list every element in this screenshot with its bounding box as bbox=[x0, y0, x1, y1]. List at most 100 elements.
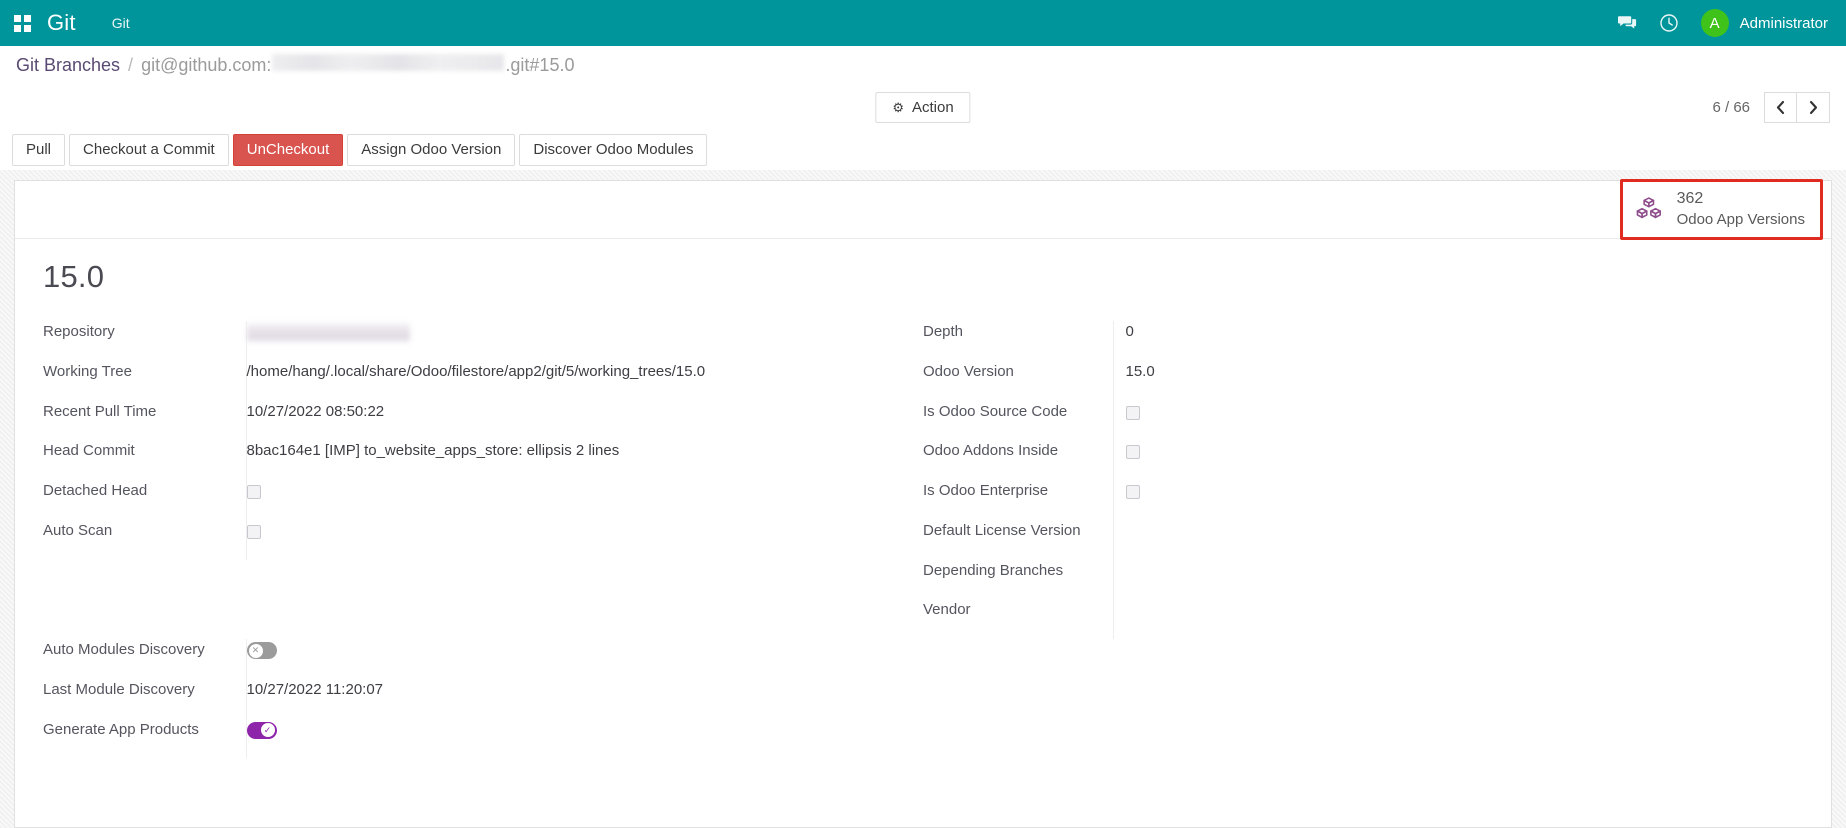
assign-odoo-version-button[interactable]: Assign Odoo Version bbox=[347, 133, 516, 167]
avatar: A bbox=[1700, 9, 1729, 37]
username-label: Administrator bbox=[1739, 14, 1828, 32]
field-value-last-module-discovery[interactable]: 10/27/2022 11:20:07 bbox=[245, 678, 923, 719]
nav-menu-git[interactable]: Git bbox=[106, 11, 136, 35]
navbar-right: A Administrator bbox=[1617, 9, 1828, 37]
pager-next-button[interactable] bbox=[1797, 91, 1830, 123]
generate-app-products-toggle[interactable]: ✓ bbox=[246, 721, 277, 739]
field-label-vendor: Vendor bbox=[923, 601, 971, 619]
gear-icon: ⚙ bbox=[892, 99, 904, 115]
auto-modules-discovery-toggle[interactable]: ✕ bbox=[246, 642, 277, 660]
field-value-depth[interactable]: 0 bbox=[1112, 321, 1803, 361]
empty-value bbox=[1126, 599, 1804, 619]
apps-grid-square bbox=[14, 24, 21, 32]
field-value-working-tree[interactable]: /home/hang/.local/share/Odoo/filestore/a… bbox=[245, 360, 923, 401]
form-bottom-section: Auto Modules Discovery ✕ Last Module Dis… bbox=[43, 639, 1803, 759]
stat-button-bar: 362 Odoo App Versions bbox=[15, 179, 1831, 240]
field-value-detached-head bbox=[245, 480, 923, 520]
field-value-odoo-addons-inside bbox=[1112, 440, 1803, 480]
field-label-detached-head: Detached Head bbox=[43, 482, 148, 499]
uncheckout-button[interactable]: UnCheckout bbox=[232, 133, 344, 167]
is-odoo-source-code-checkbox[interactable] bbox=[1125, 405, 1140, 420]
field-value-odoo-version[interactable]: 15.0 bbox=[1112, 360, 1803, 401]
field-label-is-odoo-enterprise: Is Odoo Enterprise bbox=[923, 482, 1049, 499]
field-row-last-module-discovery: Last Module Discovery 10/27/2022 11:20:0… bbox=[43, 678, 923, 719]
field-label-working-tree: Working Tree bbox=[43, 362, 132, 380]
empty-value bbox=[1126, 560, 1804, 580]
form-column-right: Depth 0 Odoo Version 15.0 Is Odoo Source… bbox=[923, 321, 1803, 639]
field-row-depth: Depth 0 bbox=[923, 321, 1803, 361]
field-row-repository: Repository bbox=[43, 321, 923, 361]
field-label-odoo-version: Odoo Version bbox=[923, 362, 1014, 380]
field-row-auto-scan: Auto Scan bbox=[43, 519, 923, 560]
toggle-knob-off-icon: ✕ bbox=[248, 643, 263, 658]
field-value-generate-app-products: ✓ bbox=[245, 718, 923, 759]
right-field-table: Depth 0 Odoo Version 15.0 Is Odoo Source… bbox=[923, 321, 1803, 639]
pager-previous-button[interactable] bbox=[1764, 91, 1797, 123]
apps-grid-square bbox=[24, 14, 31, 22]
pager: 6 / 66 bbox=[1712, 91, 1830, 123]
breadcrumb-suffix: .git#15.0 bbox=[505, 55, 575, 75]
is-odoo-enterprise-checkbox[interactable] bbox=[1125, 485, 1140, 500]
field-label-depth: Depth bbox=[923, 323, 964, 340]
breadcrumb-prefix: git@github.com: bbox=[141, 55, 272, 75]
stat-button-value: 362 bbox=[1676, 190, 1704, 208]
user-menu[interactable]: A Administrator bbox=[1700, 9, 1828, 37]
field-value-head-commit[interactable]: 8bac164e1 [IMP] to_website_apps_store: e… bbox=[245, 440, 923, 480]
field-row-default-license-version: Default License Version bbox=[923, 519, 1803, 560]
breadcrumb-current: git@github.com: .git#15.0 bbox=[141, 54, 574, 76]
auto-scan-checkbox[interactable] bbox=[246, 524, 261, 539]
field-label-odoo-addons-inside: Odoo Addons Inside bbox=[923, 442, 1059, 460]
odoo-addons-inside-checkbox[interactable] bbox=[1125, 445, 1140, 460]
field-value-auto-modules-discovery: ✕ bbox=[245, 639, 923, 679]
field-row-vendor: Vendor bbox=[923, 599, 1803, 639]
field-label-last-module-discovery: Last Module Discovery bbox=[43, 680, 195, 698]
field-value-default-license-version[interactable] bbox=[1112, 519, 1803, 560]
field-value-recent-pull-time[interactable]: 10/27/2022 08:50:22 bbox=[245, 400, 923, 441]
form-bottom-column: Auto Modules Discovery ✕ Last Module Dis… bbox=[43, 639, 923, 759]
form-bottom-column-right bbox=[923, 639, 1803, 758]
form-body: 15.0 Repository Working Tree /home/hang/… bbox=[15, 239, 1831, 759]
form-statusbar-buttons: Pull Checkout a Commit UnCheckout Assign… bbox=[0, 130, 1846, 170]
left-field-table: Repository Working Tree /home/hang/.loca… bbox=[43, 321, 923, 560]
page-title: 15.0 bbox=[43, 259, 105, 294]
form-background: 362 Odoo App Versions 15.0 Repository Wo… bbox=[0, 170, 1846, 828]
field-label-generate-app-products: Generate App Products bbox=[43, 720, 199, 738]
bottom-field-table: Auto Modules Discovery ✕ Last Module Dis… bbox=[43, 639, 923, 759]
discover-odoo-modules-button[interactable]: Discover Odoo Modules bbox=[519, 133, 708, 167]
apps-grid-icon[interactable] bbox=[14, 14, 31, 32]
breadcrumb: Git Branches / git@github.com: .git#15.0 bbox=[0, 46, 1846, 84]
action-button[interactable]: ⚙ Action bbox=[875, 91, 971, 123]
pager-count: 6 / 66 bbox=[1712, 98, 1750, 116]
field-label-auto-scan: Auto Scan bbox=[43, 521, 113, 539]
app-brand[interactable]: Git bbox=[47, 10, 76, 36]
redacted-repository-value bbox=[246, 322, 410, 342]
form-sheet: 362 Odoo App Versions 15.0 Repository Wo… bbox=[14, 179, 1832, 828]
form-column-left: Repository Working Tree /home/hang/.loca… bbox=[43, 321, 923, 639]
field-row-detached-head: Detached Head bbox=[43, 480, 923, 520]
field-value-vendor[interactable] bbox=[1112, 599, 1804, 639]
field-value-is-odoo-enterprise bbox=[1112, 480, 1803, 520]
field-label-recent-pull-time: Recent Pull Time bbox=[43, 402, 157, 420]
odoo-app-versions-stat-button[interactable]: 362 Odoo App Versions bbox=[1623, 183, 1819, 236]
detached-head-checkbox[interactable] bbox=[246, 485, 261, 500]
apps-grid-square bbox=[24, 24, 31, 32]
checkout-a-commit-button[interactable]: Checkout a Commit bbox=[69, 133, 229, 167]
field-label-repository: Repository bbox=[43, 323, 115, 340]
stat-button-text: 362 Odoo App Versions bbox=[1677, 189, 1805, 229]
breadcrumb-root-link[interactable]: Git Branches bbox=[16, 55, 120, 76]
field-row-working-tree: Working Tree /home/hang/.local/share/Odo… bbox=[43, 360, 923, 401]
messaging-icon[interactable] bbox=[1617, 13, 1637, 33]
top-navbar: Git Git A Administrator bbox=[0, 0, 1846, 46]
field-label-head-commit: Head Commit bbox=[43, 442, 135, 460]
field-value-repository[interactable] bbox=[245, 321, 923, 361]
apps-grid-square bbox=[14, 14, 21, 22]
field-row-is-odoo-source-code: Is Odoo Source Code bbox=[923, 400, 1803, 441]
breadcrumb-redacted-repo bbox=[272, 54, 505, 71]
field-row-is-odoo-enterprise: Is Odoo Enterprise bbox=[923, 480, 1803, 520]
field-row-auto-modules-discovery: Auto Modules Discovery ✕ bbox=[43, 639, 923, 679]
field-value-depending-branches[interactable] bbox=[1112, 559, 1804, 600]
pull-button[interactable]: Pull bbox=[12, 133, 66, 167]
activity-clock-icon[interactable] bbox=[1659, 13, 1679, 33]
field-label-auto-modules-discovery: Auto Modules Discovery bbox=[43, 641, 205, 658]
field-value-auto-scan bbox=[245, 519, 923, 560]
